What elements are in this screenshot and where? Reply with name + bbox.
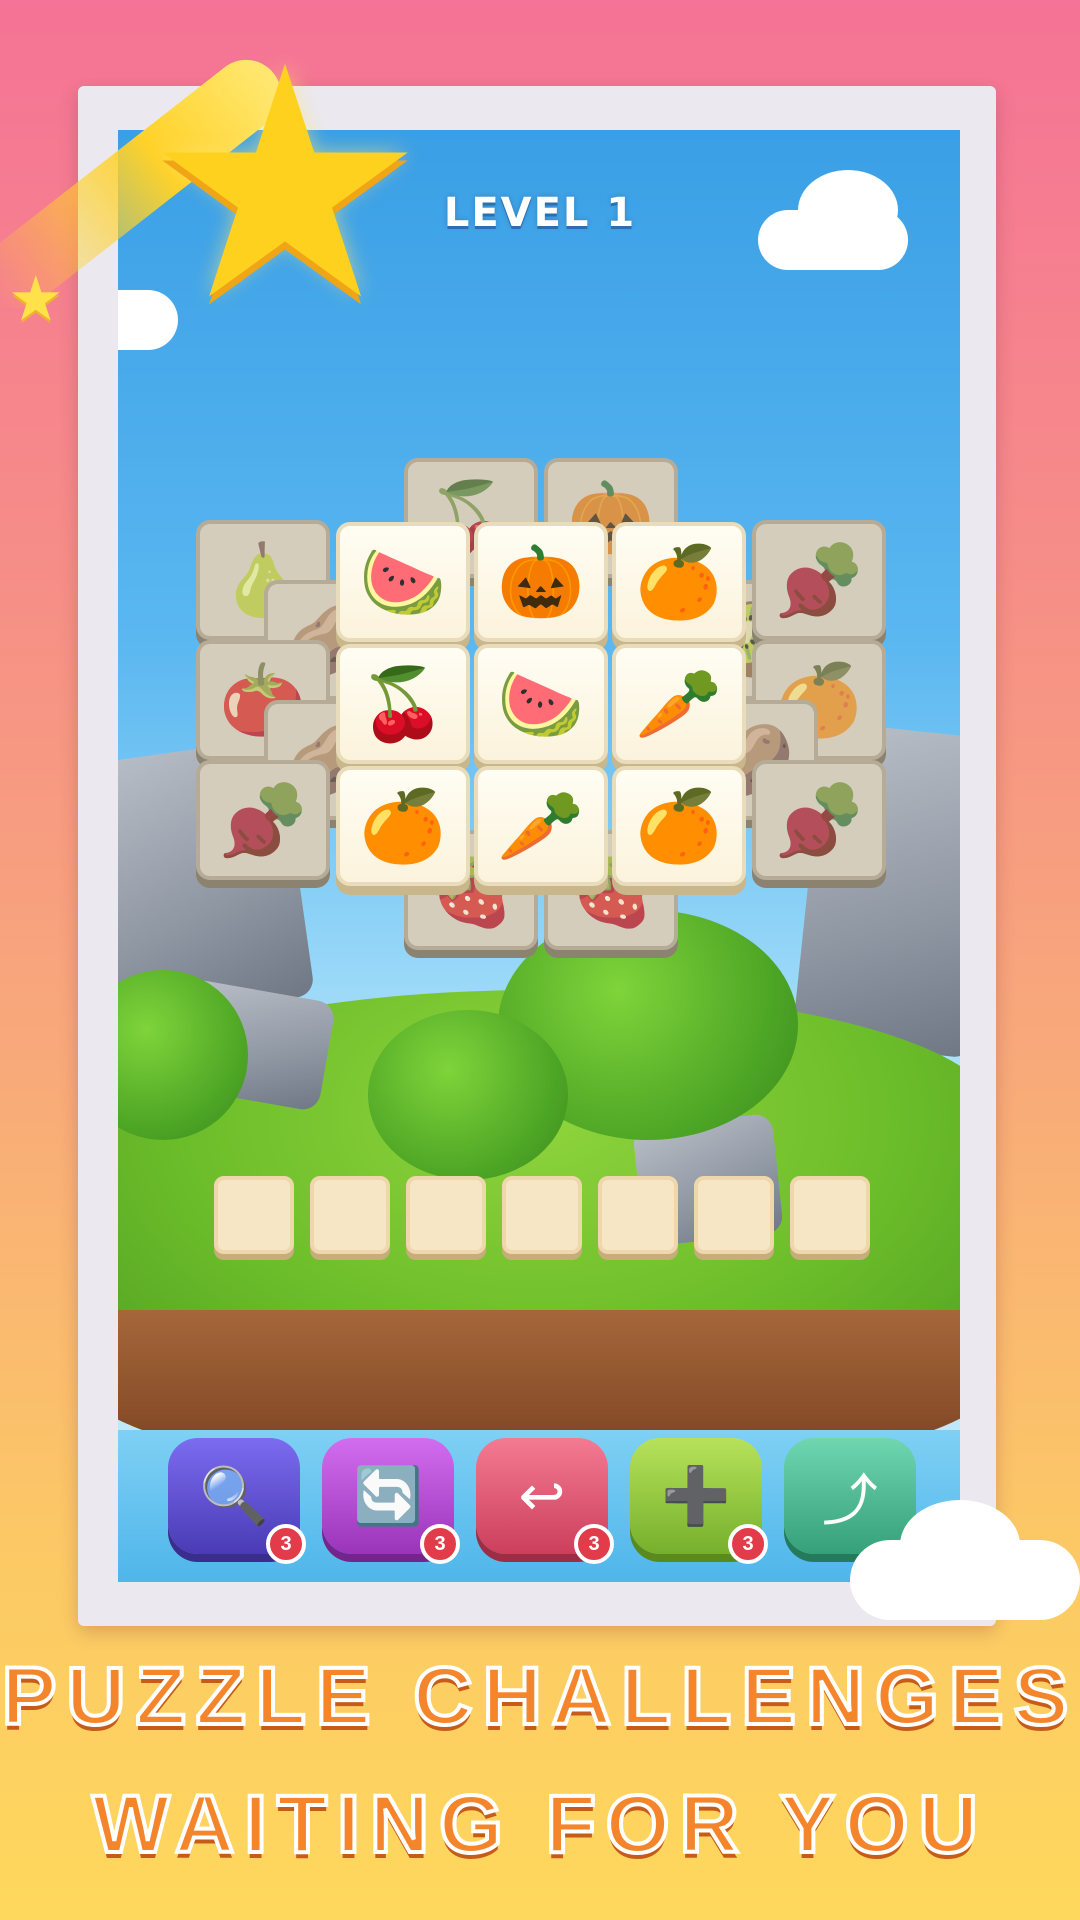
tile-fruit-icon: 🫜 <box>775 779 863 861</box>
hint-powerup-button[interactable]: ⤴ <box>784 1438 916 1554</box>
shuffle-icon: 🔄 <box>353 1464 423 1529</box>
tile-radish[interactable]: 🥕 <box>612 644 746 764</box>
collection-slot <box>406 1176 486 1254</box>
collection-slot <box>214 1176 294 1254</box>
powerup-count-badge: 3 <box>574 1524 614 1564</box>
cloud <box>900 1500 1020 1590</box>
collection-slot <box>694 1176 774 1254</box>
tile-grapefruit[interactable]: 🍉 <box>474 644 608 764</box>
tile-grapefruit[interactable]: 🍉 <box>336 522 470 642</box>
headline-line-2: WAITING FOR YOU <box>90 1777 988 1872</box>
orange-icon: 🍊 <box>635 785 723 867</box>
tile-pumpkin[interactable]: 🎃 <box>474 522 608 642</box>
shuffle-powerup-button[interactable]: 🔄 3 <box>322 1438 460 1564</box>
powerup-count-badge: 3 <box>728 1524 768 1564</box>
undo-powerup-button[interactable]: ↩ 3 <box>476 1438 614 1564</box>
tile-fruit-icon: 🫜 <box>219 779 307 861</box>
shooting-star-icon: ★ <box>141 0 429 371</box>
powerup-count-badge: 3 <box>420 1524 460 1564</box>
tile-fruit-icon: 🫜 <box>775 539 863 621</box>
radish-icon: 🥕 <box>497 785 585 867</box>
small-star-icon: ★ <box>8 262 64 335</box>
grapefruit-icon: 🍉 <box>359 541 447 623</box>
magnifier-icon: 🔍 <box>199 1464 269 1529</box>
headline-line-1: PUZZLE CHALLENGES <box>0 1649 1079 1744</box>
tile-back: 🫜 <box>196 760 330 880</box>
undo-icon: ↩ <box>518 1463 566 1529</box>
tile-orange[interactable]: 🍊 <box>336 766 470 886</box>
orange-icon: 🍊 <box>635 541 723 623</box>
grapefruit-icon: 🍉 <box>497 663 585 745</box>
powerup-count-badge: 3 <box>266 1524 306 1564</box>
add-slot-powerup-button[interactable]: ➕ 3 <box>630 1438 768 1564</box>
tile-back: 🫜 <box>752 760 886 880</box>
hint-icon: ⤴ <box>822 1468 878 1534</box>
tile-orange[interactable]: 🍊 <box>612 522 746 642</box>
tile-radish[interactable]: 🥕 <box>474 766 608 886</box>
berries-icon: 🍒 <box>359 663 447 745</box>
collection-slot <box>790 1176 870 1254</box>
collection-slot <box>310 1176 390 1254</box>
collection-slot <box>502 1176 582 1254</box>
add-slot-icon: ➕ <box>661 1464 731 1529</box>
magnifier-powerup-button[interactable]: 🔍 3 <box>168 1438 306 1564</box>
tile-orange[interactable]: 🍊 <box>612 766 746 886</box>
bush <box>368 1010 568 1180</box>
collection-slot <box>598 1176 678 1254</box>
tile-berries[interactable]: 🍒 <box>336 644 470 764</box>
orange-icon: 🍊 <box>359 785 447 867</box>
pumpkin-icon: 🎃 <box>497 541 585 623</box>
radish-icon: 🥕 <box>635 663 723 745</box>
tile-back: 🫜 <box>752 520 886 640</box>
